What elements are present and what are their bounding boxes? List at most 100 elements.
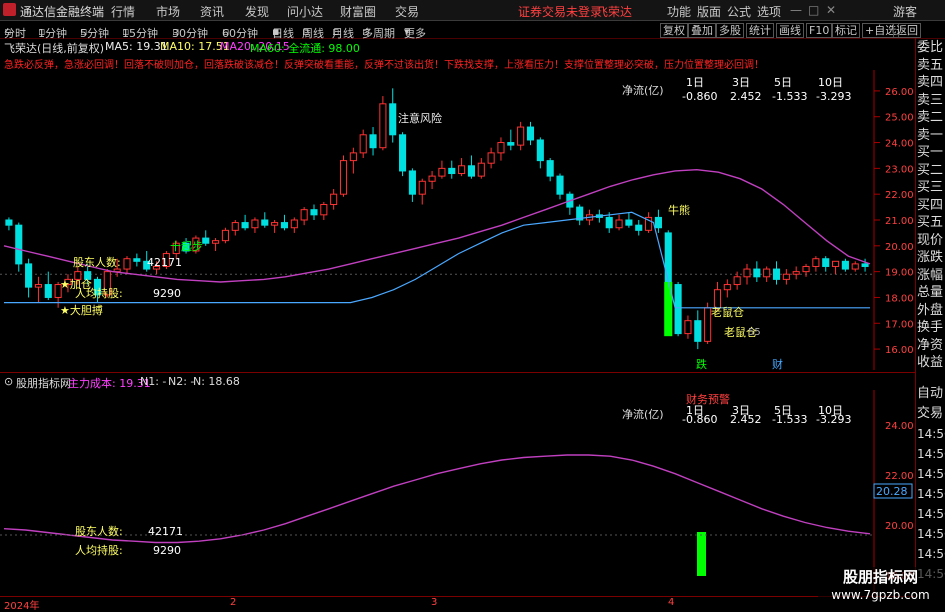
price-tick-label: 25.00	[885, 113, 914, 124]
price-tick-label: 23.00	[885, 164, 914, 175]
tick-time: 14:56	[917, 547, 945, 561]
price-tick-label: 22.00	[885, 190, 914, 201]
candle-body	[448, 167, 456, 175]
candle-body	[664, 232, 672, 286]
date-tick-feb: 2	[230, 597, 237, 608]
per-capita-label: 人均持股:	[75, 286, 123, 300]
minimize-icon[interactable]: —	[790, 3, 802, 17]
tick-time: 14:56	[917, 447, 945, 461]
candle-body	[221, 229, 229, 242]
candle-body	[743, 268, 751, 278]
overlay-button[interactable]: 叠加	[688, 23, 716, 38]
price-tick-label: 20.00	[885, 242, 914, 253]
volume-green-bar	[697, 532, 706, 576]
trade-tab[interactable]: 自动	[917, 384, 945, 404]
login-status[interactable]: 证券交易未登录	[518, 3, 602, 20]
sub-per-capita-value: 9290	[153, 544, 181, 557]
net-flow-header-10d: 10日	[818, 76, 843, 89]
candle-body	[271, 222, 279, 226]
shareholders-label: 股东人数:	[73, 256, 121, 269]
quote-row-label: 收益	[917, 355, 944, 370]
candle-body	[300, 209, 308, 221]
app-logo-icon	[3, 3, 16, 16]
candle-body	[654, 216, 662, 229]
candle-body	[507, 142, 515, 146]
f10-button[interactable]: F10	[806, 23, 833, 38]
menu-market[interactable]: 市场	[156, 3, 180, 20]
net-flow-header-5d: 5日	[774, 76, 792, 89]
candle-body	[782, 273, 790, 280]
draw-line-button[interactable]: 画线	[776, 23, 804, 38]
candle-body	[467, 165, 475, 177]
menu-market-quotes[interactable]: 行情	[111, 3, 135, 20]
net-flow-header-1d: 1日	[686, 76, 704, 89]
indicator-toggle-icon[interactable]: ⊙	[4, 375, 13, 388]
main-kline-chart: 26.00 25.00 24.00 23.00 22.00 21.00 20.00 19.00…	[0, 70, 914, 370]
menu-formula[interactable]: 公式	[727, 3, 751, 20]
bull-bear-marker: 牛熊	[668, 203, 690, 217]
price-tick-label: 18.00	[885, 293, 914, 304]
candle-body	[408, 170, 416, 195]
menu-layout[interactable]: 版面	[697, 3, 721, 20]
title-bar: 通达信金融终端 行情 市场 资讯 发现 问小达 财富圈 交易 证券交易未登录 飞…	[0, 0, 945, 21]
price-tick-label: 16.00	[885, 345, 914, 356]
indicator-name[interactable]: 股朋指标网	[16, 375, 71, 391]
menu-trade[interactable]: 交易	[395, 3, 419, 20]
candle-body	[231, 222, 239, 231]
close-icon[interactable]: ✕	[826, 3, 836, 17]
menu-function[interactable]: 功能	[667, 3, 691, 20]
sub-shareholders-value: 42171	[148, 525, 183, 538]
main-legend: 飞荣达(日线,前复权) MA5: 19.31 MA10: 17.51 MA20:…	[0, 40, 915, 55]
candle-body	[241, 222, 249, 229]
menu-wealth[interactable]: 财富圈	[340, 3, 376, 20]
maximize-icon[interactable]: □	[808, 3, 819, 17]
candle-body	[389, 103, 397, 136]
bold-bet-marker: ★大胆搏	[60, 303, 103, 317]
candle-body	[674, 284, 682, 335]
n1-label: N1: -	[140, 375, 167, 388]
user-label[interactable]: 游客	[893, 3, 917, 20]
mark-button[interactable]: 标记	[832, 23, 860, 38]
date-tick-apr: 4	[668, 597, 675, 608]
fall-tag: 跌	[696, 357, 707, 370]
candle-body	[280, 222, 289, 229]
candle-body	[428, 175, 436, 182]
ma-curve	[3, 168, 871, 283]
candle-body	[635, 224, 643, 231]
adjust-button[interactable]: 复权	[660, 23, 688, 38]
pane-divider	[0, 372, 915, 373]
menu-options[interactable]: 选项	[757, 3, 781, 20]
menu-news[interactable]: 资讯	[200, 3, 224, 20]
price-axis: 26.00 25.00 24.00 23.00 22.00 21.00 20.00 19.00…	[873, 70, 914, 370]
menu-ask[interactable]: 问小达	[287, 3, 323, 20]
sub-ma-curve	[3, 454, 871, 544]
tail-number: 55	[748, 327, 761, 338]
menu-discover[interactable]: 发现	[245, 3, 269, 20]
candle-body	[5, 219, 13, 226]
n2-label: N2: -	[168, 375, 195, 388]
shareholders-value: 42171	[147, 256, 182, 269]
sub-tick-label: 22.00	[885, 471, 914, 482]
net-flow-header-3d: 3日	[732, 76, 750, 89]
back-button[interactable]: 返回	[893, 23, 921, 38]
net-flow-value-5d: -1.533	[772, 90, 808, 103]
trade-tab[interactable]: 交易	[917, 404, 945, 424]
sub-shareholders-label: 股东人数:	[75, 525, 123, 538]
sub-per-capita-label: 人均持股:	[75, 543, 123, 557]
net-flow-value-3d: 2.452	[730, 90, 762, 103]
candle-body	[399, 134, 407, 172]
net-flow-value-10d: -3.293	[816, 90, 852, 103]
sub-indicator-chart: 24.0022.0020.0018.00 股东人数: 42171 人均持股: 9…	[0, 390, 914, 595]
stock-title: 飞荣达(日线,前复权)	[4, 42, 105, 55]
candle-body	[359, 134, 367, 154]
multi-stock-button[interactable]: 多股	[716, 23, 744, 38]
candle-body	[802, 265, 810, 273]
watermark: 股朋指标网 www.7gpzb.com	[818, 567, 943, 607]
stats-button[interactable]: 统计	[746, 23, 774, 38]
candle-body	[438, 167, 446, 177]
candle-body	[772, 268, 781, 280]
candle-body	[261, 219, 269, 226]
tick-time: 14:56	[917, 507, 945, 521]
candle-body	[339, 160, 348, 195]
candle-body	[615, 219, 623, 229]
